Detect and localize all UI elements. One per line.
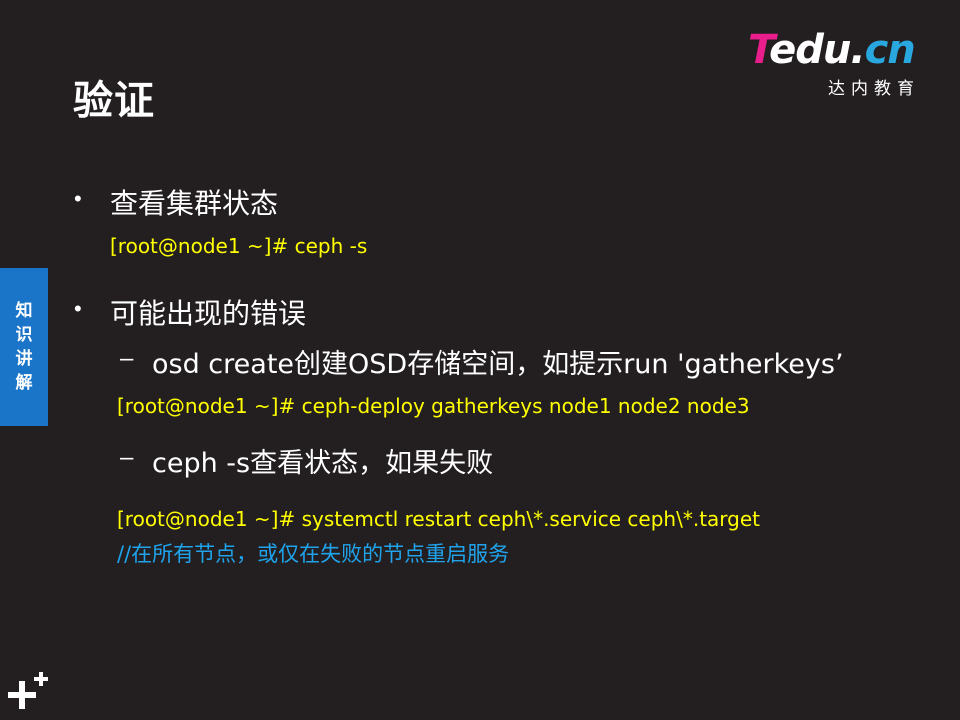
logo-wordmark: Tedu.cn xyxy=(748,26,916,74)
command-ceph-status: [root@node1 ~]# ceph -s xyxy=(110,234,368,258)
side-tab-knowledge: 知 识 讲 解 xyxy=(0,268,48,426)
side-tab-char: 识 xyxy=(15,325,33,345)
tedu-logo: Tedu.cn 达内教育 xyxy=(748,26,933,99)
dash-icon: – xyxy=(120,345,134,372)
side-tab-char: 讲 xyxy=(15,349,33,369)
bullet-icon: • xyxy=(74,186,82,211)
bullet-possible-errors: 可能出现的错误 xyxy=(110,297,307,330)
slide: 验证 Tedu.cn 达内教育 知 识 讲 解 • 查看集群状态 [root@n… xyxy=(0,0,960,720)
bullet-check-status: 查看集群状态 xyxy=(110,187,279,220)
subitem-osd-create: osd create创建OSD存储空间，如提示run 'gatherkeys’ xyxy=(152,349,844,380)
side-tab-char: 解 xyxy=(15,373,33,393)
logo-t: T xyxy=(748,27,770,73)
bullet-icon: • xyxy=(74,296,82,321)
plus-decor-icon xyxy=(8,672,48,709)
command-gatherkeys: [root@node1 ~]# ceph-deploy gatherkeys n… xyxy=(117,394,750,418)
logo-edu: edu. xyxy=(769,27,865,73)
dash-icon: – xyxy=(120,444,134,471)
command-systemctl-restart: [root@node1 ~]# systemctl restart ceph\*… xyxy=(117,507,760,531)
logo-subtitle: 达内教育 xyxy=(828,79,920,99)
side-tab-char: 知 xyxy=(15,301,33,321)
slide-title: 验证 xyxy=(73,78,155,124)
subitem-ceph-status-failed: ceph -s查看状态，如果失败 xyxy=(152,448,494,479)
logo-cn: cn xyxy=(864,27,916,73)
comment-restart-nodes: //在所有节点，或仅在失败的节点重启服务 xyxy=(117,542,510,566)
